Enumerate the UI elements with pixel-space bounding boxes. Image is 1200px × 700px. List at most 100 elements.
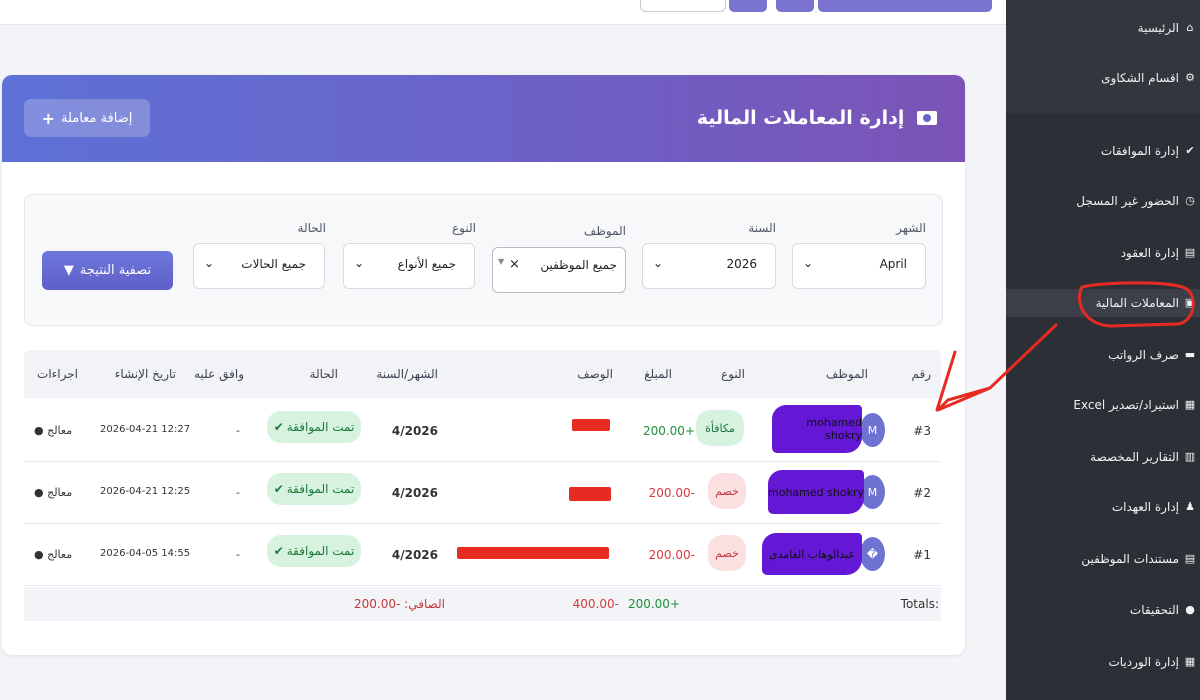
sidebar-item-10[interactable]: ♟ إدارة العهدات <box>1006 493 1200 521</box>
month-value: April <box>879 257 907 271</box>
sitemap-icon: ⚙ <box>1185 71 1195 84</box>
month-year: 4/2026 <box>391 548 438 562</box>
sidebar-item-label: الرئيسية <box>1137 21 1179 35</box>
chevron-down-icon: ⌄ <box>653 256 664 270</box>
approved-by: - <box>236 548 240 561</box>
amount: -200.00 <box>648 548 695 562</box>
check-icon: ✔ <box>273 482 284 496</box>
sidebar-item-5[interactable]: ▤ إدارة العقود <box>1006 239 1200 267</box>
redaction-mark <box>572 419 610 431</box>
type-badge: مكافأة <box>696 410 744 446</box>
top-action-button-2[interactable] <box>776 0 814 12</box>
add-button-label: إضافة معاملة <box>61 110 133 126</box>
status-badge: تمت الموافقة ✔ <box>267 535 361 567</box>
employee-label: الموظف <box>583 224 626 238</box>
employee-name[interactable]: mohamed shokry <box>772 405 862 453</box>
totals-label: Totals: <box>900 597 939 611</box>
sidebar-item-label: التحقيقات <box>1129 603 1179 617</box>
sidebar-item-1[interactable]: ⌂ الرئيسية <box>1006 14 1200 42</box>
check-icon: ✔ <box>273 420 284 434</box>
wallet-icon: ▬ <box>1184 348 1196 361</box>
users-icon: ♟ <box>1185 500 1195 513</box>
th-description: الوصف <box>577 367 613 381</box>
home-icon: ⌂ <box>1186 21 1194 34</box>
calendar-icon: ▦ <box>1184 655 1196 668</box>
sidebar-item-11[interactable]: ▤ مستندات الموظفين <box>1006 545 1200 573</box>
redaction-mark <box>457 547 609 559</box>
table-row[interactable]: #3 M mohamed shokry مكافأة +200.00 4/202… <box>24 399 941 462</box>
amount: +200.00 <box>642 424 695 438</box>
top-action-button-1[interactable] <box>818 0 992 12</box>
check-circle-icon: ● <box>34 486 44 499</box>
sidebar-item-label: المعاملات المالية <box>1095 296 1179 310</box>
th-status: الحالة <box>309 367 338 381</box>
sidebar-item-13[interactable]: ▦ إدارة الورديات <box>1006 648 1200 676</box>
sidebar-item-label: الحضور غير المسجل <box>1076 194 1179 208</box>
sidebar-item-7[interactable]: ▬ صرف الرواتب <box>1006 341 1200 369</box>
action-label[interactable]: معالج ● <box>34 548 72 561</box>
check-circle-icon: ● <box>34 424 44 437</box>
caret-down-icon[interactable]: ▼ <box>498 257 504 266</box>
row-id: #2 <box>913 486 931 500</box>
avatar: M <box>860 413 885 447</box>
employee-name[interactable]: mohamed shokry <box>768 470 864 514</box>
top-bar <box>0 0 1006 25</box>
totals-net: الصافي: -200.00 <box>354 597 445 611</box>
check-icon: ✔ <box>273 544 284 558</box>
sidebar-item-12[interactable]: ● التحقيقات <box>1006 596 1200 624</box>
month-label: الشهر <box>896 221 926 235</box>
sidebar-item-label: إدارة الموافقات <box>1100 144 1179 158</box>
top-search-input[interactable] <box>640 0 726 12</box>
month-select[interactable]: April ⌄ <box>792 243 926 289</box>
chevron-down-icon: ⌄ <box>803 256 814 270</box>
add-transaction-button[interactable]: إضافة معاملة + <box>24 99 150 137</box>
th-approved-by: وافق عليه <box>194 367 244 381</box>
top-action-button-3[interactable] <box>729 0 767 12</box>
sidebar-item-2[interactable]: ⚙ اقسام الشكاوى <box>1006 64 1200 92</box>
month-year: 4/2026 <box>391 424 438 438</box>
year-value: 2026 <box>726 257 757 271</box>
page-title: إدارة المعاملات المالية <box>697 107 937 129</box>
totals-negative: -400.00 <box>572 597 619 611</box>
status-select[interactable]: جميع الحالات ⌄ <box>193 243 325 289</box>
excel-icon: ▦ <box>1184 398 1196 411</box>
sidebar-item-6[interactable]: ▣ المعاملات المالية <box>1006 289 1200 317</box>
status-label: الحالة <box>297 221 326 235</box>
plus-icon: + <box>41 108 56 128</box>
employee-name[interactable]: عبدالوهاب الغامدي <box>762 533 862 575</box>
row-id: #3 <box>913 424 931 438</box>
type-value: جميع الأنواع <box>397 257 456 271</box>
year-select[interactable]: 2026 ⌄ <box>642 243 776 289</box>
sidebar-item-3[interactable]: ✔ إدارة الموافقات <box>1006 137 1200 165</box>
chat-icon: ● <box>1185 603 1195 616</box>
clock-icon: ◷ <box>1185 194 1195 207</box>
chevron-down-icon: ⌄ <box>354 256 365 270</box>
status-badge: تمت الموافقة ✔ <box>267 473 361 505</box>
action-label[interactable]: معالج ● <box>34 486 72 499</box>
table-row[interactable]: #1 � عبدالوهاب الغامدي خصم -200.00 4/202… <box>24 523 941 586</box>
table-row[interactable]: #2 M mohamed shokry خصم -200.00 4/2026 ت… <box>24 461 941 524</box>
sidebar-item-label: إدارة العقود <box>1120 246 1179 260</box>
sidebar-item-label: استيراد/تصدير Excel <box>1073 398 1179 412</box>
month-year: 4/2026 <box>391 486 438 500</box>
amount: -200.00 <box>648 486 695 500</box>
table-header: رقم الموظف النوع المبلغ الوصف الشهر/السن… <box>24 350 941 398</box>
money-icon <box>917 111 937 125</box>
money-icon: ▣ <box>1184 296 1196 309</box>
year-label: السنة <box>748 221 776 235</box>
action-label[interactable]: معالج ● <box>34 424 72 437</box>
th-id: رقم <box>911 367 931 381</box>
type-label: النوع <box>452 221 476 235</box>
type-select[interactable]: جميع الأنواع ⌄ <box>343 243 475 289</box>
redaction-mark <box>569 487 611 501</box>
sidebar-item-label: إدارة الورديات <box>1108 655 1179 669</box>
employee-select[interactable]: جميع الموظفين × ▼ <box>492 247 626 293</box>
filter-button[interactable]: تصفية النتيجة ▼ <box>42 251 173 290</box>
approved-by: - <box>236 424 240 437</box>
sidebar-item-8[interactable]: ▦ استيراد/تصدير Excel <box>1006 391 1200 419</box>
document-icon: ▤ <box>1184 552 1196 565</box>
employee-value: جميع الموظفين <box>540 258 617 272</box>
sidebar-item-9[interactable]: ▥ التقارير المخصصة <box>1006 443 1200 471</box>
sidebar-item-4[interactable]: ◷ الحضور غير المسجل <box>1006 187 1200 215</box>
clear-icon[interactable]: × <box>509 257 520 272</box>
